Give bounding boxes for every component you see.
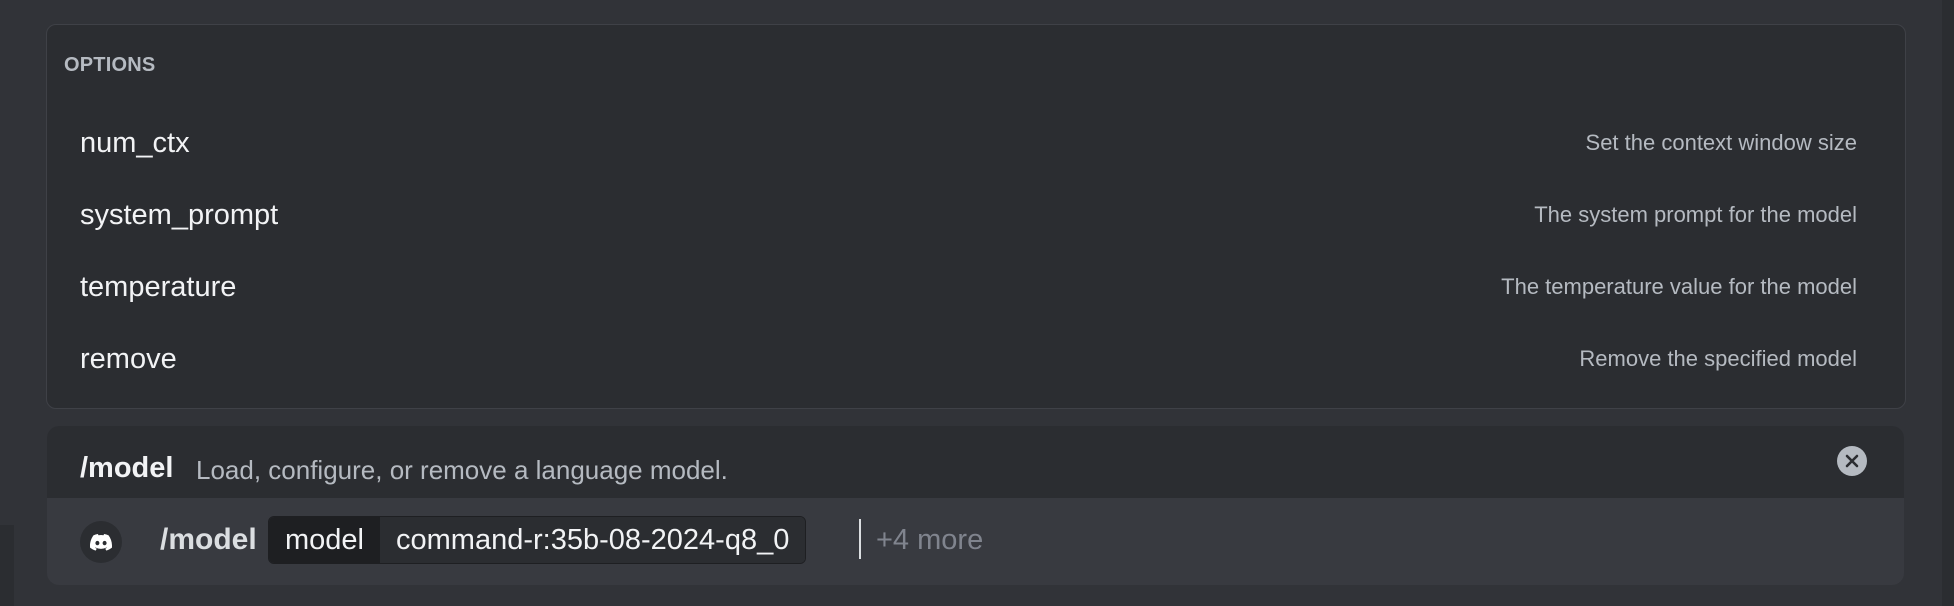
slash-command-composer: /model Load, configure, or remove a lang… (47, 426, 1904, 585)
options-popup: OPTIONS num_ctx Set the context window s… (46, 24, 1906, 409)
discord-logo-icon (90, 533, 112, 551)
command-info-header: /model Load, configure, or remove a lang… (47, 426, 1904, 498)
option-temperature[interactable]: temperature The temperature value for th… (47, 257, 1905, 317)
parameter-value[interactable]: command-r:35b-08-2024-q8_0 (380, 517, 806, 563)
model-parameter-pill[interactable]: model command-r:35b-08-2024-q8_0 (268, 516, 807, 564)
option-name: system_prompt (80, 198, 279, 231)
parameter-name: model (269, 517, 380, 563)
option-name: remove (80, 342, 177, 375)
close-button[interactable] (1837, 446, 1867, 476)
input-command-name: /model (160, 523, 257, 556)
message-input[interactable]: /model model command-r:35b-08-2024-q8_0 … (47, 498, 1904, 585)
command-title: /model (80, 452, 174, 484)
option-name: num_ctx (80, 126, 190, 159)
option-description: Set the context window size (1585, 130, 1857, 155)
command-description: Load, configure, or remove a language mo… (196, 455, 728, 485)
option-description: Remove the specified model (1579, 346, 1857, 371)
option-description: The temperature value for the model (1501, 274, 1857, 299)
option-description: The system prompt for the model (1534, 202, 1857, 227)
left-panel-edge (0, 525, 14, 606)
option-remove[interactable]: remove Remove the specified model (47, 329, 1905, 389)
option-num-ctx[interactable]: num_ctx Set the context window size (47, 113, 1905, 173)
options-header: OPTIONS (64, 54, 156, 76)
text-caret (859, 519, 861, 559)
scrollbar-track[interactable] (1942, 0, 1954, 606)
app-avatar (80, 521, 122, 563)
more-options-hint: +4 more (876, 524, 984, 556)
option-name: temperature (80, 270, 237, 303)
close-icon (1845, 454, 1859, 468)
option-system-prompt[interactable]: system_prompt The system prompt for the … (47, 185, 1905, 245)
